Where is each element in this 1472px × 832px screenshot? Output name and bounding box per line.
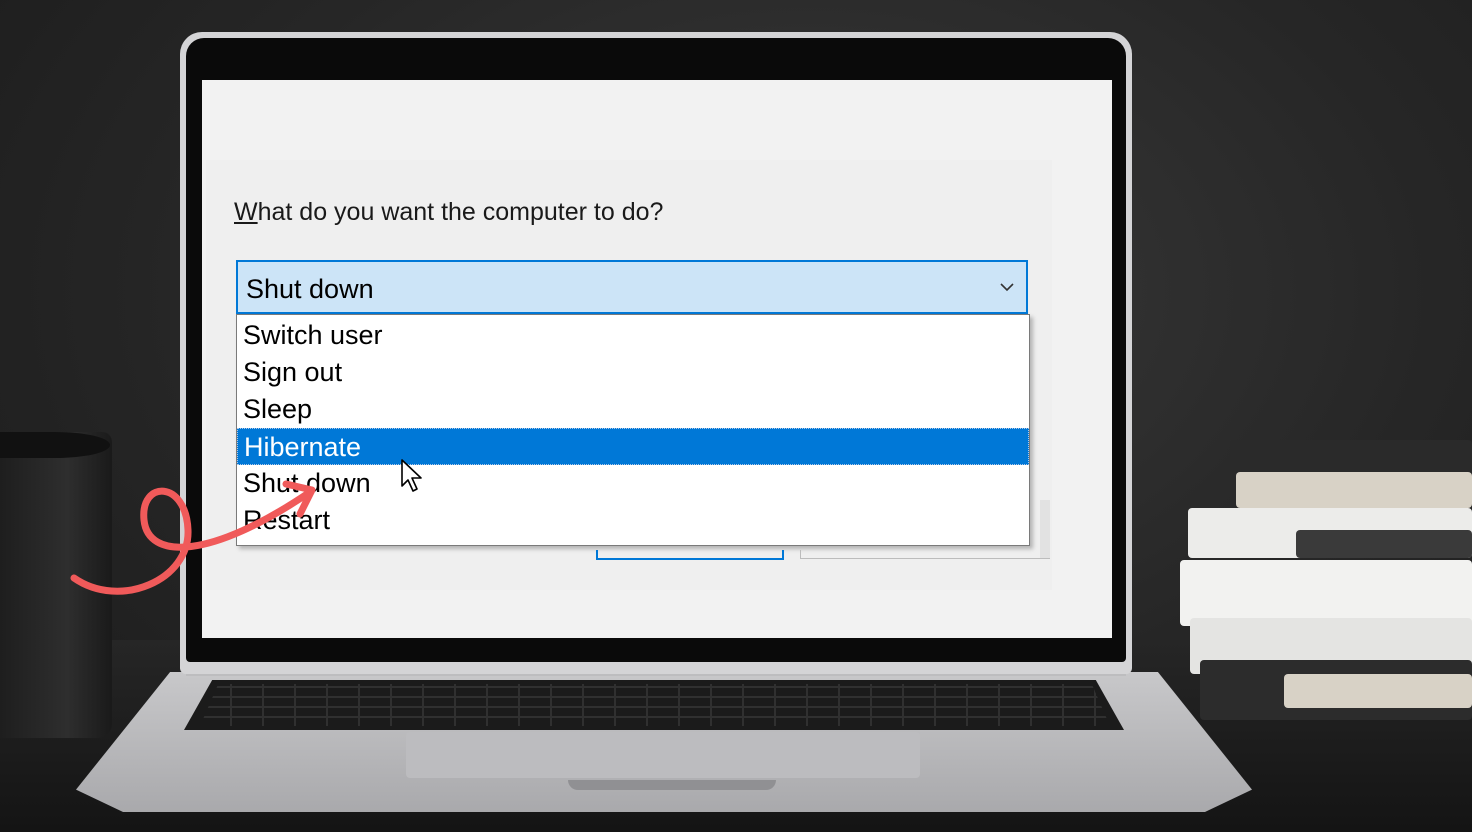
access-key-underline: W	[234, 198, 258, 226]
action-combobox[interactable]: Shut down	[236, 260, 1028, 314]
coffee-mug-rim	[0, 432, 110, 458]
option-sign-out[interactable]: Sign out	[237, 354, 1029, 391]
option-switch-user[interactable]: Switch user	[237, 317, 1029, 354]
curly-arrow-icon	[70, 480, 316, 595]
option-hibernate[interactable]: Hibernate	[237, 428, 1029, 465]
option-shut-down[interactable]: Shut down	[237, 465, 1029, 502]
dialog-prompt: What do you want the computer to do?	[234, 198, 663, 227]
chevron-down-icon[interactable]	[1000, 280, 1014, 294]
book-pages	[1236, 472, 1472, 508]
keyboard-keys	[200, 684, 1110, 726]
photo-scene: What do you want the computer to do? Shu…	[0, 0, 1472, 832]
combobox-value: Shut down	[246, 274, 374, 304]
laptop-notch	[568, 780, 776, 790]
option-restart[interactable]: Restart	[237, 502, 1029, 539]
button-edge	[1040, 500, 1050, 558]
book	[1180, 560, 1472, 626]
ok-button[interactable]	[596, 550, 784, 560]
notebook-cover	[1296, 530, 1472, 558]
trackpad	[406, 732, 920, 778]
cancel-button[interactable]	[800, 550, 1050, 559]
mouse-cursor-icon	[401, 459, 422, 492]
option-sleep[interactable]: Sleep	[237, 391, 1029, 428]
prompt-text: What do you want the computer to do?	[234, 198, 664, 226]
action-dropdown-list: Switch user Sign out Sleep Hibernate Shu…	[236, 314, 1030, 546]
book-pages	[1284, 674, 1472, 708]
